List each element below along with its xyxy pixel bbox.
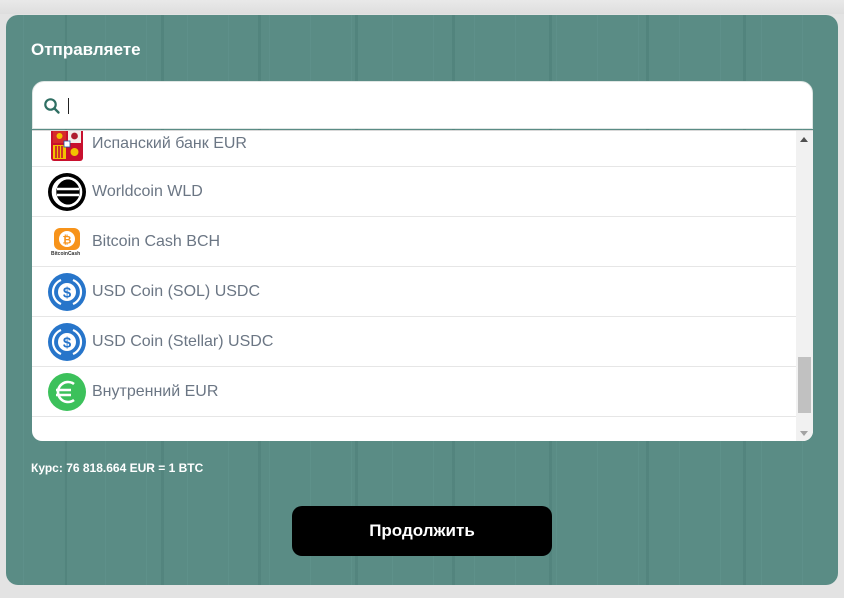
- list-item-worldcoin-wld[interactable]: Worldcoin WLD: [32, 167, 796, 217]
- list-item-usdc-sol[interactable]: $ USD Coin (SOL) USDC: [32, 267, 796, 317]
- currency-list: Испанский банк EUR Worldcoin WLD ₿ Bitco…: [32, 131, 796, 417]
- list-item-label: Worldcoin WLD: [92, 183, 203, 200]
- usdc-icon: $: [48, 273, 86, 311]
- list-item-label: Внутренний EUR: [92, 383, 219, 400]
- list-item-label: Испанский банк EUR: [92, 135, 247, 152]
- currency-dropdown-list[interactable]: Испанский банк EUR Worldcoin WLD ₿ Bitco…: [32, 130, 813, 441]
- exchange-rate: Курс: 76 818.664 EUR = 1 BTC: [31, 461, 203, 475]
- svg-text:$: $: [63, 335, 72, 352]
- svg-text:₿: ₿: [63, 235, 72, 247]
- bitcoin-cash-icon-caption: BitcoinCash: [51, 251, 81, 257]
- scroll-up-arrow-icon[interactable]: [800, 137, 808, 142]
- currency-search-input[interactable]: [67, 90, 797, 122]
- search-icon: [44, 98, 60, 114]
- text-caret: [68, 98, 69, 114]
- continue-button[interactable]: Продолжить: [292, 506, 552, 556]
- spain-coat-of-arms-icon: [51, 131, 83, 161]
- list-item-label: USD Coin (SOL) USDC: [92, 283, 261, 300]
- usdc-icon: $: [48, 323, 86, 361]
- list-item-label: Bitcoin Cash BCH: [92, 233, 221, 250]
- list-item-usdc-stellar[interactable]: $ USD Coin (Stellar) USDC: [32, 317, 796, 367]
- scrollbar-thumb[interactable]: [798, 357, 811, 413]
- scroll-down-arrow-icon[interactable]: [800, 431, 808, 436]
- page-top-strip: [0, 0, 844, 14]
- exchange-rate-label: Курс:: [31, 461, 63, 475]
- exchange-rate-value: 76 818.664 EUR = 1 BTC: [66, 461, 204, 475]
- list-item-spanish-bank-eur[interactable]: Испанский банк EUR: [32, 131, 796, 167]
- currency-search-box[interactable]: [32, 81, 813, 129]
- svg-text:$: $: [63, 285, 72, 302]
- worldcoin-icon: [48, 173, 86, 211]
- list-item-label: USD Coin (Stellar) USDC: [92, 333, 274, 350]
- list-item-bitcoin-cash-bch[interactable]: ₿ Bitcoin Cash BCH BitcoinCash: [32, 217, 796, 267]
- list-item-internal-eur[interactable]: Внутренний EUR: [32, 367, 796, 417]
- send-section-title: Отправляете: [31, 40, 141, 59]
- euro-icon: [48, 373, 86, 411]
- exchange-card: Отправляете Испанский банк EUR Worldcoin…: [6, 15, 838, 585]
- dropdown-scrollbar[interactable]: [796, 131, 813, 441]
